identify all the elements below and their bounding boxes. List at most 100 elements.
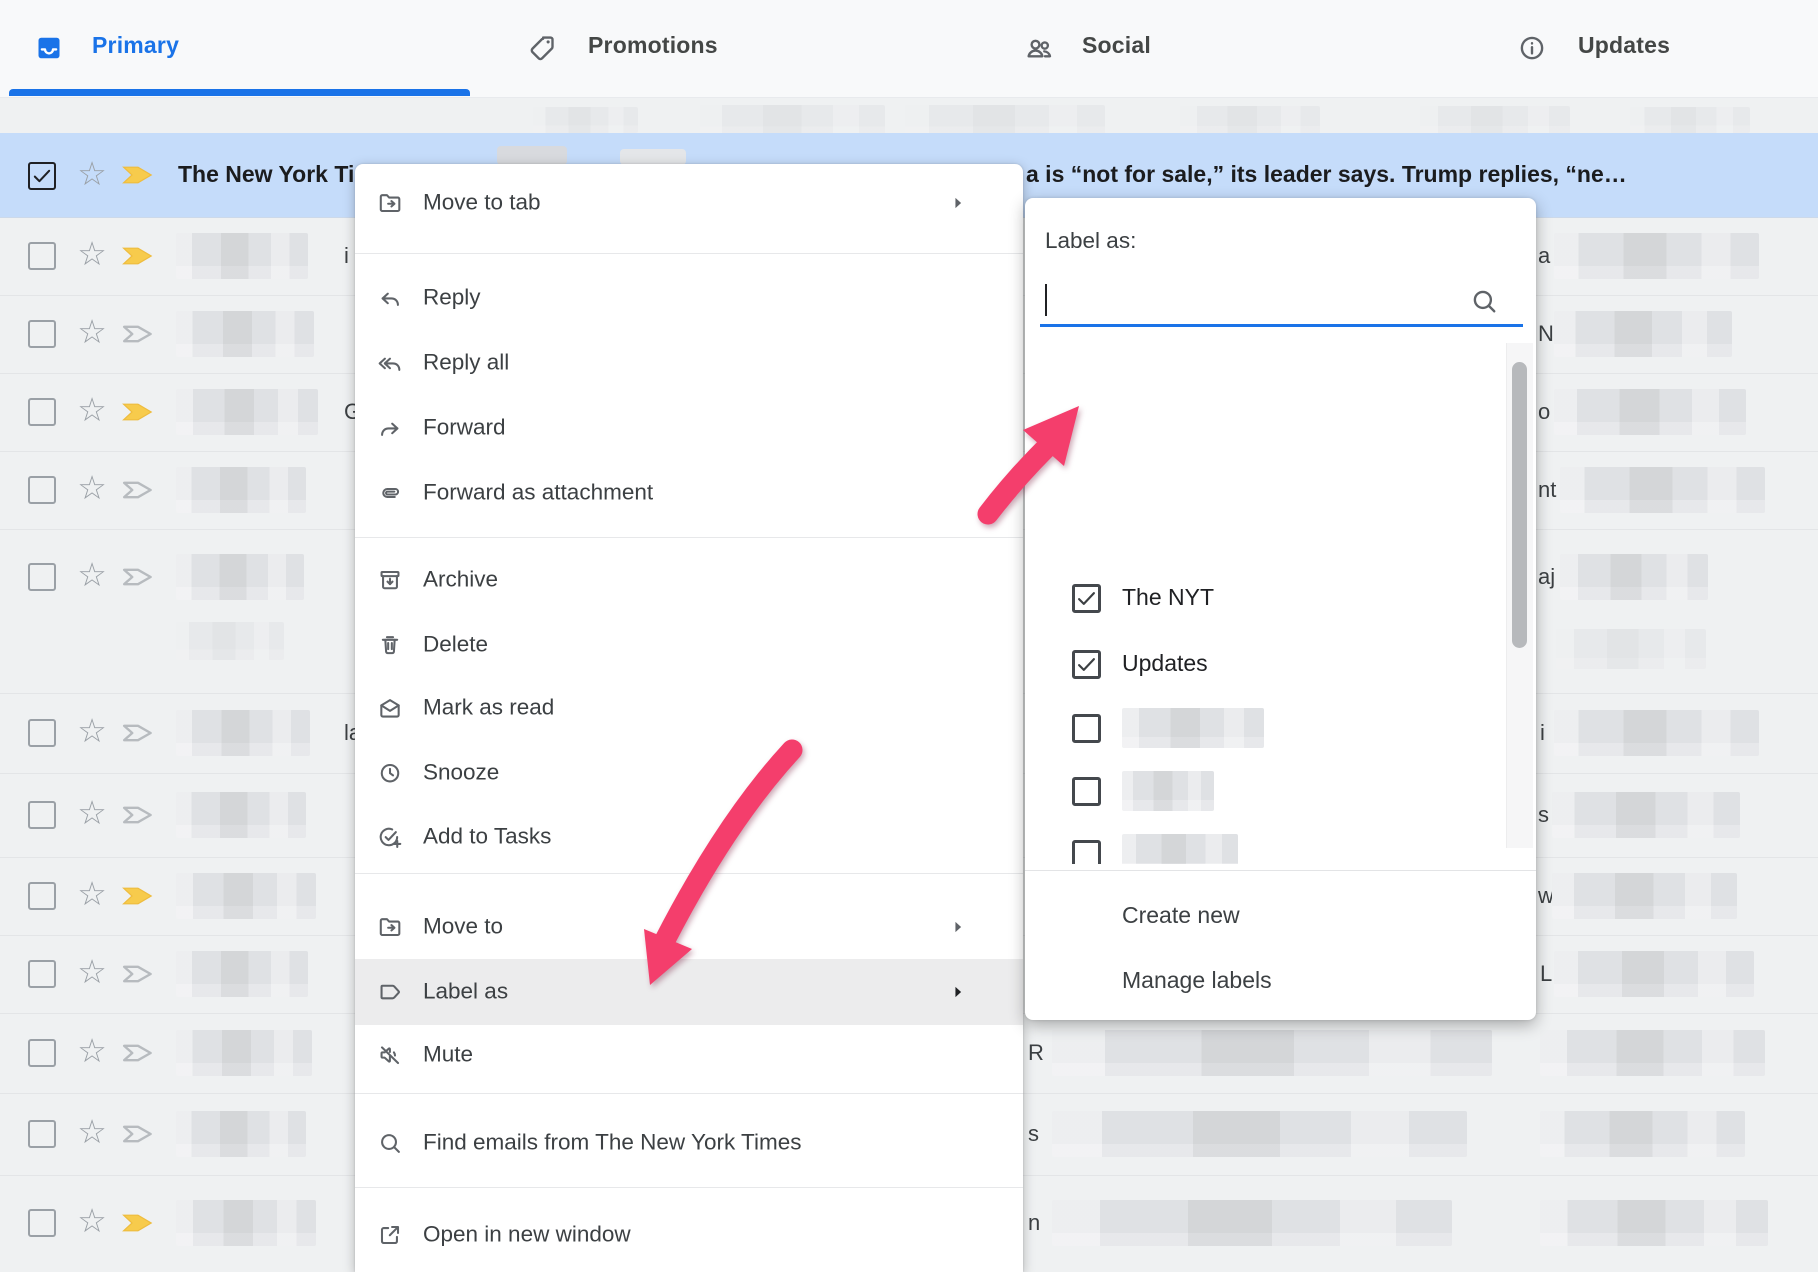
star-icon[interactable]: ☆ xyxy=(74,315,110,348)
checkbox-unchecked[interactable] xyxy=(1072,714,1101,743)
submenu-arrow-icon xyxy=(947,192,969,219)
importance-marker-icon[interactable] xyxy=(122,322,154,346)
menu-item-snooze[interactable]: Snooze xyxy=(355,741,1023,805)
label-option-redacted[interactable] xyxy=(1025,822,1505,864)
menu-item-reply[interactable]: Reply xyxy=(355,266,1023,330)
redacted-sender-block xyxy=(176,1030,312,1076)
star-icon[interactable]: ☆ xyxy=(74,1204,110,1237)
star-icon[interactable]: ☆ xyxy=(74,558,110,591)
checkbox-checked[interactable] xyxy=(1072,584,1101,613)
star-icon[interactable]: ☆ xyxy=(74,877,110,910)
create-new-button[interactable]: Create new xyxy=(1122,895,1240,935)
row-checkbox[interactable] xyxy=(28,476,56,504)
star-icon[interactable]: ☆ xyxy=(74,1115,110,1148)
redacted-text-block xyxy=(1540,1111,1745,1157)
menu-item-move-to-tab[interactable]: Move to tab xyxy=(355,171,1023,235)
label-option-redacted[interactable] xyxy=(1025,759,1505,823)
star-icon[interactable]: ☆ xyxy=(74,955,110,988)
row-checkbox[interactable] xyxy=(28,1120,56,1148)
menu-item-label-as[interactable]: Label as xyxy=(355,959,1023,1025)
submenu-arrow-icon xyxy=(947,916,969,943)
importance-marker-icon[interactable] xyxy=(122,478,154,502)
scrollbar-thumb[interactable] xyxy=(1512,362,1527,648)
star-icon[interactable]: ☆ xyxy=(74,1034,110,1067)
menu-item-mute[interactable]: Mute xyxy=(355,1023,1023,1087)
label-list: The NYT Updates xyxy=(1025,340,1536,864)
row-checkbox[interactable] xyxy=(28,1039,56,1067)
importance-marker-icon[interactable] xyxy=(122,400,154,424)
row-checkbox[interactable] xyxy=(28,960,56,988)
importance-marker-icon[interactable] xyxy=(122,721,154,745)
label-search-input[interactable] xyxy=(1043,278,1483,322)
redacted-sender-block xyxy=(176,951,308,997)
menu-item-add-to-tasks[interactable]: Add to Tasks xyxy=(355,805,1023,869)
forward-icon xyxy=(377,415,403,446)
attach-icon xyxy=(377,480,403,511)
divider xyxy=(355,1093,1023,1094)
importance-marker-icon[interactable] xyxy=(122,1211,154,1235)
star-icon[interactable]: ☆ xyxy=(74,471,110,504)
row-checkbox[interactable] xyxy=(28,882,56,910)
checkbox-unchecked[interactable] xyxy=(1072,840,1101,864)
redacted-chip xyxy=(620,149,686,165)
menu-item-open-in-new-window[interactable]: Open in new window xyxy=(355,1203,1023,1267)
label-name: The NYT xyxy=(1122,584,1214,611)
menu-item-label: Mute xyxy=(423,1042,473,1068)
row-checkbox[interactable] xyxy=(28,1209,56,1237)
menu-item-forward-as-attachment[interactable]: Forward as attachment xyxy=(355,461,1023,525)
menu-item-move-to[interactable]: Move to xyxy=(355,895,1023,959)
importance-marker-icon[interactable] xyxy=(122,962,154,986)
subject-fragment: s xyxy=(1028,1121,1039,1147)
tab-primary[interactable]: Primary xyxy=(34,0,252,96)
row-checkbox[interactable] xyxy=(28,320,56,348)
manage-labels-button[interactable]: Manage labels xyxy=(1122,960,1272,1000)
importance-marker-icon[interactable] xyxy=(122,163,154,187)
redacted-sender-block xyxy=(176,710,310,756)
redacted-text-block xyxy=(1554,389,1746,435)
importance-marker-icon[interactable] xyxy=(122,1122,154,1146)
menu-item-forward[interactable]: Forward xyxy=(355,396,1023,460)
redacted-text-block xyxy=(1052,1030,1492,1076)
email-row-partial[interactable] xyxy=(0,97,1818,133)
menu-item-find-emails-from-the-new-york-times[interactable]: Find emails from The New York Times xyxy=(355,1111,1023,1175)
menu-item-mark-as-read[interactable]: Mark as read xyxy=(355,676,1023,740)
importance-marker-icon[interactable] xyxy=(122,1041,154,1065)
importance-marker-icon[interactable] xyxy=(122,803,154,827)
row-checkbox-checked[interactable] xyxy=(28,162,56,190)
menu-item-label: Add to Tasks xyxy=(423,824,551,850)
tab-social[interactable]: Social xyxy=(1024,0,1242,96)
label-option-the-nyt[interactable]: The NYT xyxy=(1025,566,1505,630)
menu-item-reply-all[interactable]: Reply all xyxy=(355,331,1023,395)
checkbox-checked[interactable] xyxy=(1072,650,1101,679)
search-underline xyxy=(1040,324,1523,327)
row-checkbox[interactable] xyxy=(28,801,56,829)
importance-marker-icon[interactable] xyxy=(122,244,154,268)
star-icon[interactable]: ☆ xyxy=(74,157,110,190)
open-new-icon xyxy=(377,1222,403,1253)
menu-item-label: Archive xyxy=(423,567,498,593)
tab-updates[interactable]: Updates xyxy=(1517,0,1738,96)
row-checkbox[interactable] xyxy=(28,398,56,426)
menu-item-archive[interactable]: Archive xyxy=(355,548,1023,612)
importance-marker-icon[interactable] xyxy=(122,884,154,908)
row-checkbox[interactable] xyxy=(28,719,56,747)
subject-fragment: o xyxy=(1538,399,1550,425)
row-checkbox[interactable] xyxy=(28,563,56,591)
checkbox-unchecked[interactable] xyxy=(1072,777,1101,806)
label-option-updates[interactable]: Updates xyxy=(1025,632,1505,696)
label-option-redacted[interactable] xyxy=(1025,696,1505,760)
importance-marker-icon[interactable] xyxy=(122,565,154,589)
menu-item-delete[interactable]: Delete xyxy=(355,613,1023,677)
subject-fragment: s xyxy=(1538,802,1549,828)
menu-item-label: Forward as attachment xyxy=(423,480,653,506)
redacted-text-block xyxy=(1552,792,1740,838)
row-checkbox[interactable] xyxy=(28,242,56,270)
context-menu: Move to tab ReplyReply allForward Forward … xyxy=(355,164,1023,1272)
redacted-sender-block xyxy=(176,554,304,600)
active-tab-underline xyxy=(9,89,470,96)
star-icon[interactable]: ☆ xyxy=(74,714,110,747)
tab-promotions[interactable]: Promotions xyxy=(527,0,748,96)
star-icon[interactable]: ☆ xyxy=(74,237,110,270)
star-icon[interactable]: ☆ xyxy=(74,393,110,426)
star-icon[interactable]: ☆ xyxy=(74,796,110,829)
